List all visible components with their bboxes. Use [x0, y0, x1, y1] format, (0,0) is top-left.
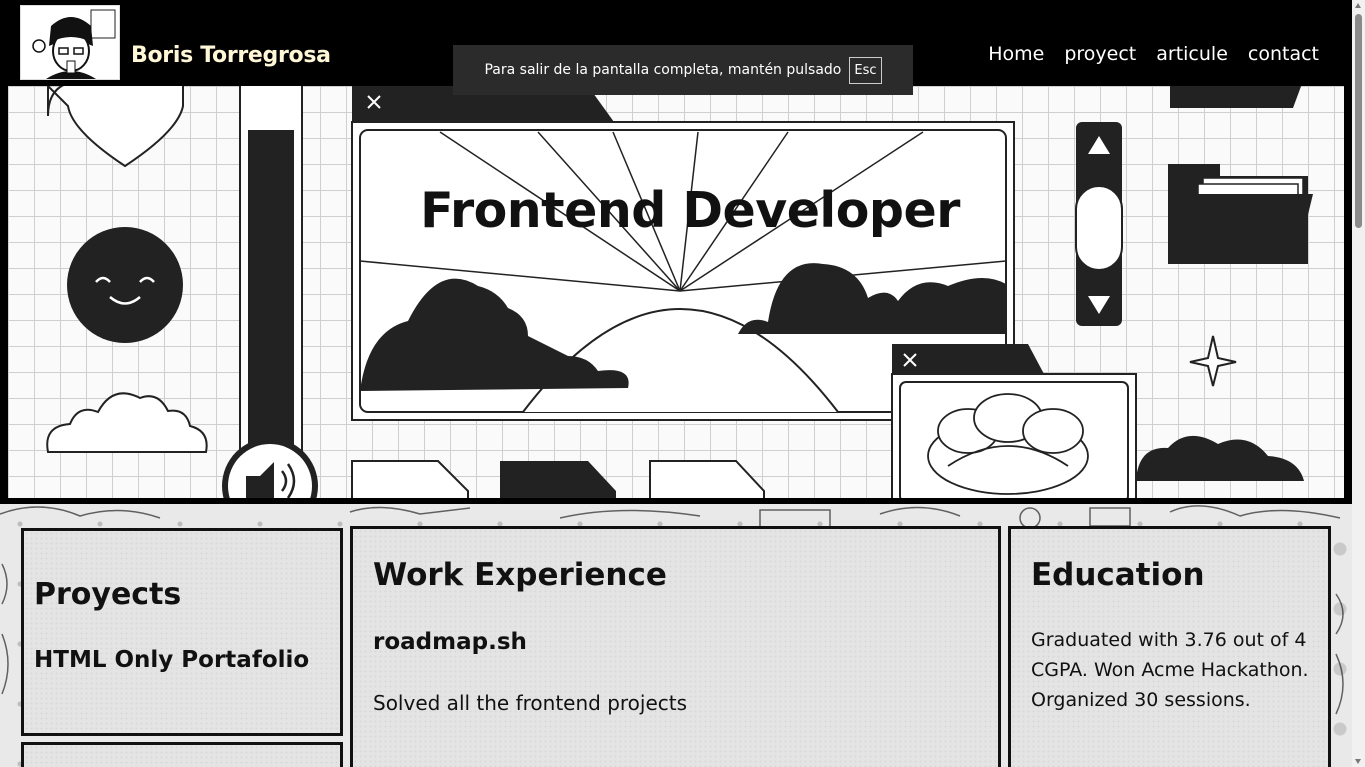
avatar[interactable] [20, 5, 120, 80]
work-company: roadmap.sh [373, 629, 527, 655]
scroll-up-arrow-icon[interactable] [1355, 3, 1361, 8]
esc-key-badge: Esc [849, 56, 882, 84]
nav-proyect[interactable]: proyect [1064, 43, 1136, 65]
flower-window [891, 344, 1137, 498]
site-brand[interactable]: Boris Torregrosa [131, 43, 331, 68]
projects-card: Proyects HTML Only Portafolio [21, 528, 343, 736]
work-description: Solved all the frontend projects [373, 691, 688, 715]
avatar-portrait-icon [21, 6, 119, 79]
main-nav: Home proyect articule contact [988, 43, 1319, 65]
fullscreen-notice: Para salir de la pantalla completa, mant… [453, 45, 913, 95]
fullscreen-notice-text: Para salir de la pantalla completa, mant… [484, 62, 842, 78]
content-section: Proyects HTML Only Portafolio Work Exper… [0, 504, 1352, 767]
scroll-down-arrow-icon[interactable] [1355, 759, 1361, 764]
education-heading: Education [1031, 557, 1205, 593]
sparkle-icon [1189, 335, 1237, 387]
project-item[interactable]: HTML Only Portafolio [34, 647, 309, 673]
hero-title: Frontend Developer [420, 182, 960, 239]
projects-heading: Proyects [34, 577, 182, 612]
folder-icon [1168, 86, 1313, 264]
scroll-control [1075, 122, 1123, 326]
document-icon [351, 460, 765, 498]
scroll-thumb[interactable] [1355, 14, 1362, 228]
speaker-icon [222, 438, 318, 498]
work-heading: Work Experience [373, 557, 667, 593]
hero-banner: Frontend Developer [8, 86, 1344, 498]
heart-icon [47, 86, 184, 168]
nav-contact[interactable]: contact [1248, 43, 1319, 65]
page-scrollbar[interactable] [1352, 0, 1365, 767]
projects-card-next [21, 742, 343, 767]
education-description: Graduated with 3.76 out of 4 CGPA. Won A… [1031, 629, 1309, 711]
nav-articule[interactable]: articule [1156, 43, 1228, 65]
smiley-icon [67, 227, 183, 343]
nav-home[interactable]: Home [988, 43, 1044, 65]
work-experience-card: Work Experience roadmap.sh Solved all th… [350, 526, 1001, 767]
cloud-icon [46, 392, 208, 453]
education-card: Education Graduated with 3.76 out of 4 C… [1008, 526, 1331, 767]
